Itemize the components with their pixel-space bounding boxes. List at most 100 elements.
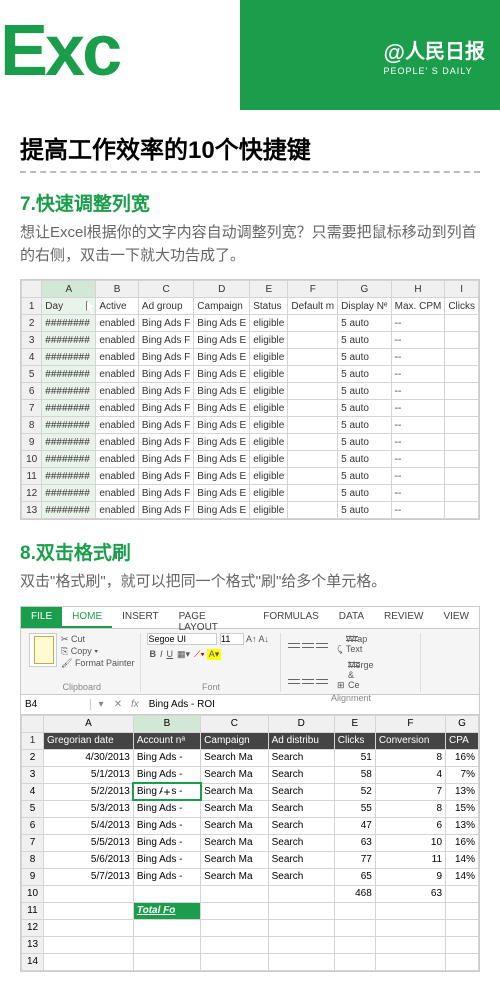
cell[interactable]: Ad group: [138, 298, 193, 315]
cell[interactable]: 5 auto: [338, 468, 392, 485]
cell[interactable]: Max. CPM: [391, 298, 445, 315]
cell[interactable]: 14%: [446, 851, 479, 868]
cell[interactable]: 8: [22, 417, 42, 434]
fx-icon[interactable]: fx: [125, 699, 145, 710]
col-header[interactable]: H: [391, 281, 445, 298]
cell[interactable]: Bing Ads -: [133, 851, 200, 868]
col-header[interactable]: C: [201, 715, 268, 732]
cell[interactable]: 4: [375, 766, 445, 783]
name-box[interactable]: B4: [21, 699, 91, 710]
cell[interactable]: [445, 366, 479, 383]
cell[interactable]: 14%: [446, 868, 479, 885]
cell[interactable]: Search Ma: [201, 868, 268, 885]
cell[interactable]: enabled: [96, 366, 139, 383]
cell[interactable]: 13%: [446, 783, 479, 800]
cell[interactable]: 11: [22, 902, 44, 919]
cell[interactable]: [288, 349, 338, 366]
cell[interactable]: [288, 417, 338, 434]
cell[interactable]: 6: [22, 817, 44, 834]
cell[interactable]: 6: [375, 817, 445, 834]
cell[interactable]: Search: [268, 783, 334, 800]
cell[interactable]: Bing Ads F: [138, 332, 193, 349]
cell[interactable]: [334, 902, 375, 919]
cell[interactable]: Bing Ads E: [194, 468, 250, 485]
cell[interactable]: Search: [268, 749, 334, 766]
cell[interactable]: enabled: [96, 349, 139, 366]
cell[interactable]: [133, 885, 200, 902]
cell[interactable]: eligible: [250, 468, 288, 485]
cell[interactable]: [445, 468, 479, 485]
cell[interactable]: 9: [22, 868, 44, 885]
cell[interactable]: [133, 936, 200, 953]
cell[interactable]: enabled: [96, 451, 139, 468]
cell[interactable]: Default m: [288, 298, 338, 315]
cell[interactable]: [445, 417, 479, 434]
copy-button[interactable]: ⎘ Copy ▾: [61, 646, 134, 657]
merge-button[interactable]: Merge & Ce: [348, 660, 360, 670]
cell[interactable]: [445, 485, 479, 502]
cell[interactable]: 8: [375, 749, 445, 766]
cell[interactable]: enabled: [96, 315, 139, 332]
cell[interactable]: [44, 885, 134, 902]
cell[interactable]: Search: [268, 800, 334, 817]
cell[interactable]: 63: [375, 885, 445, 902]
cell[interactable]: [445, 332, 479, 349]
cell[interactable]: Bing Ads -: [133, 783, 200, 800]
cell[interactable]: --: [391, 485, 445, 502]
cell[interactable]: Bing Ads E: [194, 434, 250, 451]
cell[interactable]: 5 auto: [338, 485, 392, 502]
cell[interactable]: 8: [375, 800, 445, 817]
col-header[interactable]: A: [42, 281, 96, 298]
cell[interactable]: [445, 383, 479, 400]
cell[interactable]: --: [391, 383, 445, 400]
ribbon-tab[interactable]: PAGE LAYOUT: [169, 607, 254, 628]
cell[interactable]: 3: [22, 766, 44, 783]
col-header[interactable]: E: [334, 715, 375, 732]
cell[interactable]: [334, 953, 375, 970]
cell[interactable]: 5/4/2013: [44, 817, 134, 834]
cell[interactable]: [445, 451, 479, 468]
cell[interactable]: [133, 919, 200, 936]
cell[interactable]: 5 auto: [338, 417, 392, 434]
cell[interactable]: Bing Ads F: [138, 349, 193, 366]
cell[interactable]: 5 auto: [338, 383, 392, 400]
cell[interactable]: [133, 953, 200, 970]
cell[interactable]: ########: [42, 417, 96, 434]
cell[interactable]: Bing Ads E: [194, 417, 250, 434]
cell[interactable]: Search Ma: [201, 817, 268, 834]
cell[interactable]: Bing Ads E: [194, 366, 250, 383]
ribbon-tab[interactable]: VIEW: [433, 607, 479, 628]
col-header[interactable]: G: [338, 281, 392, 298]
cell[interactable]: enabled: [96, 468, 139, 485]
formula-bar[interactable]: Bing Ads - ROI: [145, 699, 219, 710]
cell[interactable]: [268, 885, 334, 902]
cell[interactable]: 5 auto: [338, 349, 392, 366]
cell[interactable]: ########: [42, 468, 96, 485]
cell[interactable]: CPA: [446, 732, 479, 749]
cell[interactable]: [288, 502, 338, 519]
font-name-input[interactable]: [147, 633, 217, 645]
cell[interactable]: [44, 919, 134, 936]
cell[interactable]: 7: [22, 400, 42, 417]
col-header[interactable]: I: [445, 281, 479, 298]
cell[interactable]: enabled: [96, 485, 139, 502]
cell[interactable]: [375, 919, 445, 936]
cell[interactable]: Bing Ads F: [138, 400, 193, 417]
cell[interactable]: Bing Ads E: [194, 332, 250, 349]
cell[interactable]: Search Ma: [201, 783, 268, 800]
cell[interactable]: --: [391, 451, 445, 468]
cell[interactable]: Display Nᵉ: [338, 298, 392, 315]
cell[interactable]: Bing Ads -: [133, 868, 200, 885]
cell[interactable]: [44, 936, 134, 953]
cell[interactable]: Search: [268, 834, 334, 851]
cell[interactable]: enabled: [96, 502, 139, 519]
cell[interactable]: [268, 902, 334, 919]
cell[interactable]: Bing Ads E: [194, 400, 250, 417]
cell[interactable]: 10: [22, 451, 42, 468]
wrap-text-button[interactable]: Wrap Text: [346, 634, 358, 644]
cell[interactable]: [201, 936, 268, 953]
cell[interactable]: 65: [334, 868, 375, 885]
cell[interactable]: Ad distribu: [268, 732, 334, 749]
cell[interactable]: 47: [334, 817, 375, 834]
cell[interactable]: [201, 919, 268, 936]
